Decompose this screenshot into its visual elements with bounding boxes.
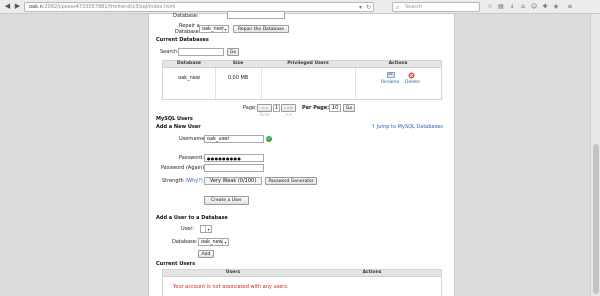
col-database: Database — [177, 61, 201, 66]
rename-icon[interactable] — [387, 72, 395, 79]
password-again-label: Password (Again): — [161, 165, 206, 171]
chevron-down-icon: ▾ — [222, 26, 228, 32]
database-name-field[interactable] — [227, 11, 285, 19]
reading-list-icon[interactable]: ▤ — [497, 3, 505, 11]
repair-database-select[interactable]: oak_new ▾ — [199, 25, 229, 33]
no-users-message: Your account is not associated with any … — [173, 284, 289, 290]
browser-toolbar: ◀ ▶ oak.n:2082/cpsess4733057881/frontend… — [0, 0, 600, 14]
repair-database-button[interactable]: Repair the Database — [233, 25, 289, 33]
password-generator-button[interactable]: Password Generator — [265, 177, 317, 185]
col-user-actions: Actions — [362, 270, 382, 275]
col-privileged-users: Privileged Users — [287, 61, 329, 66]
users-table: Users Actions Your account is not associ… — [162, 269, 442, 296]
check-icon: ✓ — [266, 136, 272, 142]
search-icon: ⌕ — [396, 4, 400, 11]
user-label: User: — [181, 226, 194, 232]
cpanel-mysql-page: Database: Repair a Database: oak_new ▾ Re… — [148, 11, 455, 296]
page-label: Page: — [243, 105, 257, 111]
password-label: Password: — [179, 155, 205, 161]
page-scrollbar[interactable] — [590, 14, 600, 296]
per-page-label: Per Page: — [302, 105, 330, 111]
rename-link[interactable]: Rename — [381, 80, 399, 86]
last-page-button[interactable]: Last >> — [281, 104, 296, 118]
search-label: Search — [160, 49, 178, 55]
users-table-header: Users Actions — [163, 270, 441, 277]
column-divider — [261, 68, 262, 99]
search-bar[interactable]: ⌕ Search — [392, 2, 480, 12]
reload-icon[interactable]: ↻ — [366, 4, 371, 11]
search-placeholder: Search — [405, 4, 423, 10]
databases-table-header: Database Size Privileged Users Actions — [163, 61, 441, 68]
delete-icon[interactable] — [408, 72, 415, 79]
database-search-go-button[interactable]: Go — [227, 48, 239, 56]
jump-to-databases-link[interactable]: ↑ Jump to MySQL Databases — [371, 124, 443, 131]
back-icon[interactable]: ◀ — [3, 2, 12, 11]
user-select[interactable]: ▾ — [200, 225, 212, 233]
url-text: oak.n:2082/cpsess4733057881/frontend/x3/… — [29, 4, 176, 10]
strength-meter: Very Weak (0/100) — [204, 177, 262, 185]
database-select[interactable]: oak_new ▾ — [198, 238, 229, 246]
first-page-button[interactable]: << First — [257, 104, 272, 118]
menu-icon[interactable]: ≡ — [566, 3, 574, 11]
mysql-users-title: MySQL Users — [156, 116, 193, 122]
database-select-label: Database: — [172, 239, 198, 245]
extension-icon[interactable]: ✚ — [541, 3, 549, 11]
add-user-to-db-title: Add a User to a Database — [156, 215, 228, 221]
repair-label-line2: Database: — [175, 29, 201, 35]
row-database-size: 0.00 MB — [227, 75, 249, 81]
forward-icon[interactable]: ▶ — [13, 2, 22, 11]
why-link[interactable]: (Why?) — [185, 178, 203, 184]
address-bar[interactable]: oak.n:2082/cpsess4733057881/frontend/x3/… — [24, 2, 374, 12]
star-icon[interactable]: ☆ — [486, 3, 494, 11]
dropdown-icon[interactable]: ▾ — [359, 4, 362, 11]
per-page-input[interactable]: 10 — [329, 104, 341, 112]
page-number-input[interactable]: 1 — [273, 104, 280, 112]
col-users: Users — [225, 270, 241, 275]
col-actions: Actions — [388, 61, 408, 66]
delete-link[interactable]: Delete — [405, 80, 420, 86]
databases-table: Database Size Privileged Users Actions o… — [162, 60, 442, 100]
database-search-input[interactable] — [178, 48, 224, 56]
home-icon[interactable]: ⌂ — [519, 3, 527, 11]
password-input[interactable]: ●●●●●●●●● — [204, 154, 264, 162]
strength-label: Strength (Why?) — [162, 178, 203, 184]
col-size: Size — [232, 61, 244, 66]
password-again-input[interactable] — [204, 164, 264, 172]
username-label: Username: — [179, 136, 207, 142]
row-database-name: oak_new — [178, 75, 200, 81]
shield-icon[interactable]: ◈ — [552, 3, 560, 11]
chat-icon[interactable]: ☺ — [530, 3, 538, 11]
add-new-user-title: Add a New User — [156, 124, 201, 130]
column-divider — [355, 68, 356, 99]
column-divider — [215, 68, 216, 99]
current-users-title: Current Users — [156, 261, 196, 267]
chevron-down-icon: ▾ — [222, 239, 228, 245]
add-user-to-db-button[interactable]: Add — [198, 250, 214, 258]
database-label: Database: — [173, 13, 199, 19]
scrollbar-thumb[interactable] — [593, 144, 599, 294]
create-user-button[interactable]: Create a User — [204, 196, 249, 205]
per-page-go-button[interactable]: Go — [343, 104, 355, 112]
download-icon[interactable]: ↓ — [508, 3, 516, 11]
chevron-down-icon: ▾ — [205, 226, 211, 232]
current-databases-title: Current Databases — [156, 37, 209, 43]
username-input[interactable]: oak_user — [204, 135, 264, 143]
